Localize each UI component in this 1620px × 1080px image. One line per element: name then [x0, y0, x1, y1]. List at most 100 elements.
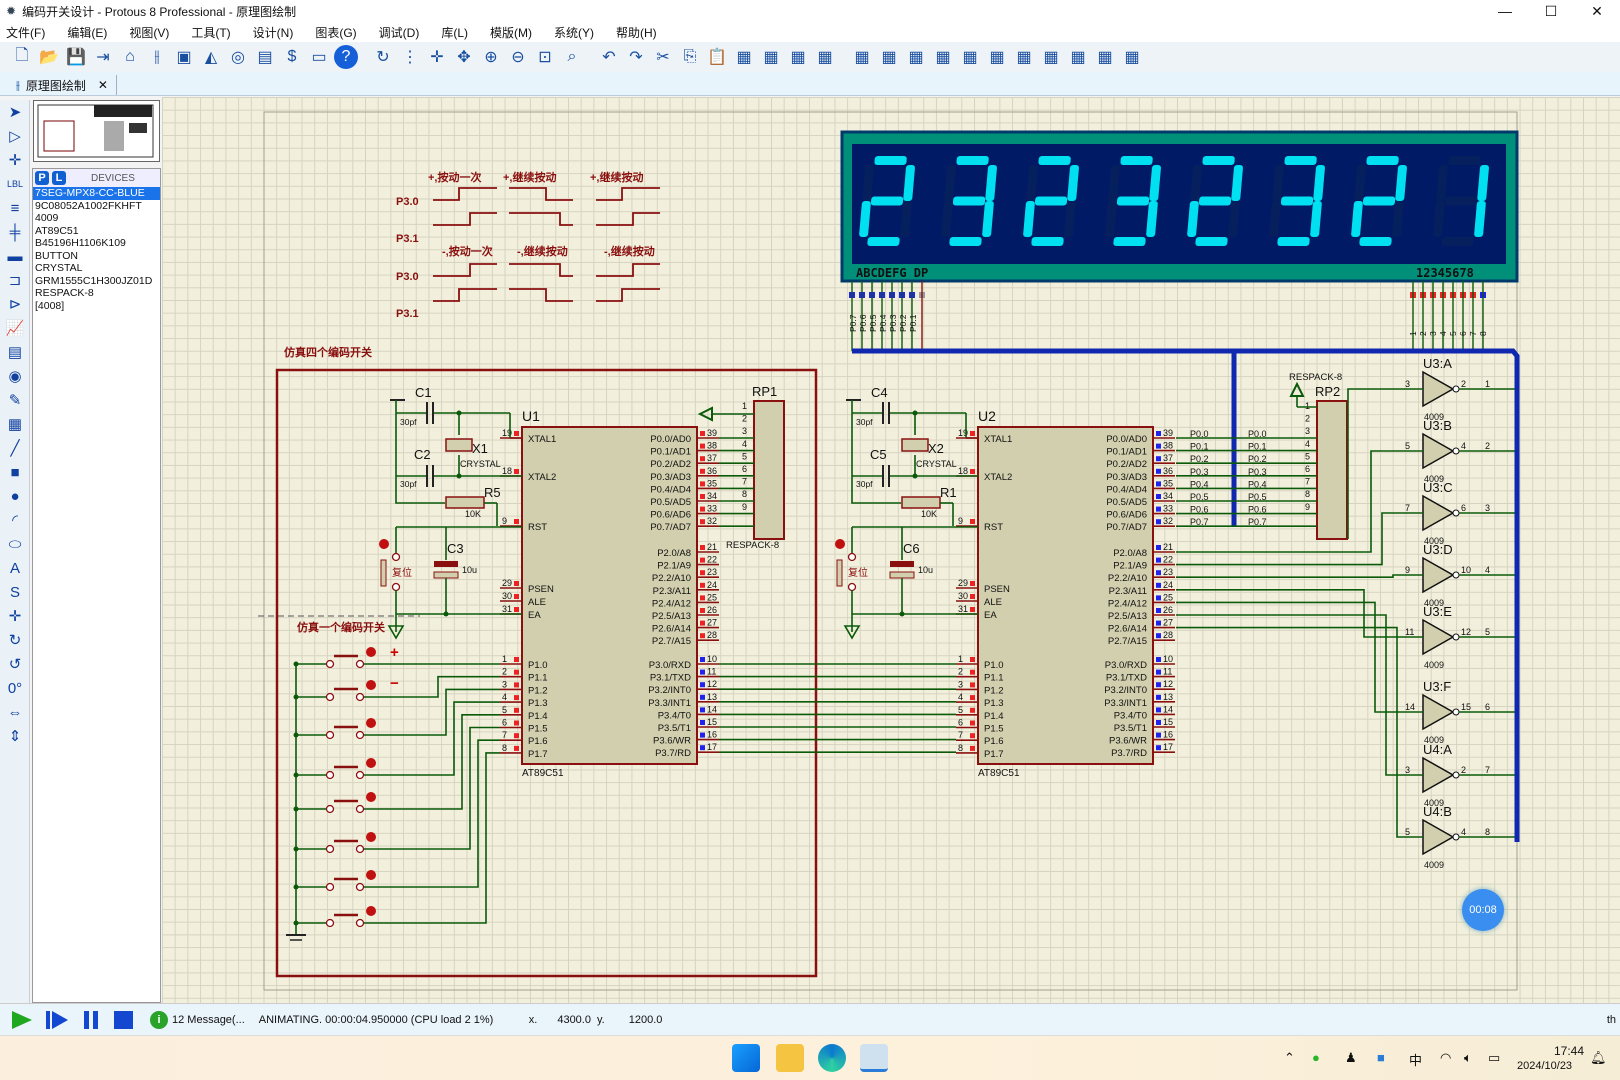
- new-sheet-icon[interactable]: ▦: [1039, 45, 1063, 69]
- rotate-cw-tool-icon[interactable]: ↻: [0, 628, 30, 652]
- messages-count[interactable]: 12 Message(...: [172, 1014, 245, 1026]
- packaging-icon[interactable]: ▦: [904, 45, 928, 69]
- menu-item-9[interactable]: 系统(Y): [554, 24, 594, 41]
- library-button[interactable]: L: [52, 171, 66, 185]
- zoom-in-icon[interactable]: ⊕: [479, 45, 503, 69]
- refresh-icon[interactable]: ↻: [371, 45, 395, 69]
- subcircuit-tool-icon[interactable]: ▬: [0, 244, 30, 268]
- notification-bell-icon[interactable]: 🔔︎: [1590, 1050, 1607, 1066]
- menu-item-3[interactable]: 工具(T): [191, 24, 230, 41]
- selection-tool-icon[interactable]: ➤: [0, 100, 30, 124]
- wire-label-tool-icon[interactable]: LBL: [0, 172, 30, 196]
- battery-icon[interactable]: ▭: [1488, 1050, 1500, 1066]
- 3d-view-icon[interactable]: ◭: [199, 45, 223, 69]
- edge-browser-icon[interactable]: [818, 1044, 846, 1072]
- block-copy-icon[interactable]: ▦: [732, 45, 756, 69]
- menu-item-0[interactable]: 文件(F): [6, 24, 45, 41]
- qq-icon[interactable]: ♟: [1345, 1050, 1357, 1066]
- block-move-icon[interactable]: ▦: [759, 45, 783, 69]
- bus-tool-icon[interactable]: ╪: [0, 220, 30, 244]
- menu-item-2[interactable]: 视图(V): [129, 24, 169, 41]
- arc-tool-icon[interactable]: ◜: [0, 508, 30, 532]
- menu-item-10[interactable]: 帮助(H): [616, 24, 657, 41]
- block-delete-icon[interactable]: ▦: [813, 45, 837, 69]
- circle-tool-icon[interactable]: ●: [0, 484, 30, 508]
- graph-tool-icon[interactable]: 📈: [0, 316, 30, 340]
- block-rotate-icon[interactable]: ▦: [786, 45, 810, 69]
- cut-icon[interactable]: ✂: [651, 45, 675, 69]
- terminal-tool-icon[interactable]: ⊐: [0, 268, 30, 292]
- ime-indicator[interactable]: 中: [1409, 1050, 1422, 1069]
- schematic-canvas[interactable]: [162, 97, 1620, 1003]
- save-icon[interactable]: 💾: [64, 45, 88, 69]
- help-icon[interactable]: ?: [334, 45, 358, 69]
- play-button[interactable]: [12, 1010, 32, 1029]
- junction-tool-icon[interactable]: ✛: [0, 148, 30, 172]
- decompose-icon[interactable]: ▦: [931, 45, 955, 69]
- angle-tool-icon[interactable]: 0°: [0, 676, 30, 700]
- device-item[interactable]: 9C08052A1002FKHFT: [33, 200, 160, 213]
- box-tool-icon[interactable]: ■: [0, 460, 30, 484]
- tray-overflow-icon[interactable]: ⌃: [1284, 1050, 1295, 1066]
- device-pin-tool-icon[interactable]: ⊳: [0, 292, 30, 316]
- tab-schematic[interactable]: ⫲ 原理图绘制 ✕: [8, 75, 117, 95]
- marker-tool-icon[interactable]: ✛: [0, 604, 30, 628]
- grid-icon[interactable]: ⋮: [398, 45, 422, 69]
- mirror-y-tool-icon[interactable]: ⇕: [0, 724, 30, 748]
- close-button[interactable]: ✕: [1574, 0, 1620, 22]
- rotate-ccw-tool-icon[interactable]: ↺: [0, 652, 30, 676]
- new-file-icon[interactable]: 🗋: [10, 45, 34, 69]
- menu-item-7[interactable]: 库(L): [441, 24, 468, 41]
- device-item[interactable]: AT89C51: [33, 225, 160, 238]
- menu-item-1[interactable]: 编辑(E): [67, 24, 107, 41]
- pause-button[interactable]: [84, 1010, 98, 1029]
- pick-device-icon[interactable]: ▦: [850, 45, 874, 69]
- device-item[interactable]: [4008]: [33, 300, 160, 313]
- pick-device-button[interactable]: P: [35, 171, 49, 185]
- maximize-button[interactable]: ☐: [1528, 0, 1574, 22]
- schematic-icon[interactable]: ⫲: [145, 45, 169, 69]
- proteus-taskbar-icon[interactable]: [860, 1044, 888, 1072]
- open-folder-icon[interactable]: 📂: [37, 45, 61, 69]
- device-item[interactable]: CRYSTAL: [33, 262, 160, 275]
- device-item[interactable]: 7SEG-MPX8-CC-BLUE: [33, 187, 160, 200]
- stop-button[interactable]: [114, 1010, 133, 1029]
- line-tool-icon[interactable]: ╱: [0, 436, 30, 460]
- design-explorer-icon[interactable]: $: [280, 45, 304, 69]
- copy-icon[interactable]: ⎘: [678, 45, 702, 69]
- tab-close-icon[interactable]: ✕: [98, 78, 108, 92]
- wire-autorouter-icon[interactable]: ▦: [958, 45, 982, 69]
- property-assign-icon[interactable]: ▦: [1012, 45, 1036, 69]
- device-item[interactable]: B45196H1106K109: [33, 237, 160, 250]
- overview-window[interactable]: [33, 100, 160, 162]
- probe-tool-icon[interactable]: ✎: [0, 388, 30, 412]
- device-item[interactable]: RESPACK-8: [33, 287, 160, 300]
- wechat-icon[interactable]: ●: [1312, 1050, 1320, 1065]
- make-device-icon[interactable]: ▦: [877, 45, 901, 69]
- file-explorer-icon[interactable]: [776, 1044, 804, 1072]
- path-tool-icon[interactable]: ⬭: [0, 532, 30, 556]
- text-tool-icon[interactable]: A: [0, 556, 30, 580]
- remove-sheet-icon[interactable]: ▦: [1066, 45, 1090, 69]
- paste-icon[interactable]: 📋: [705, 45, 729, 69]
- step-button[interactable]: [46, 1010, 68, 1029]
- text-script-tool-icon[interactable]: ≡: [0, 196, 30, 220]
- tape-tool-icon[interactable]: ▤: [0, 340, 30, 364]
- minimize-button[interactable]: —: [1482, 0, 1528, 22]
- device-list[interactable]: 7SEG-MPX8-CC-BLUE 9C08052A1002FKHFT 4009 AT…: [33, 187, 160, 312]
- clock-time[interactable]: 17:44: [1554, 1044, 1584, 1058]
- menu-item-5[interactable]: 图表(G): [315, 24, 356, 41]
- pan-icon[interactable]: ✥: [452, 45, 476, 69]
- netlist-icon[interactable]: ▦: [1120, 45, 1144, 69]
- pcb-icon[interactable]: ▣: [172, 45, 196, 69]
- gerber-icon[interactable]: ◎: [226, 45, 250, 69]
- clock-date[interactable]: 2024/10/23: [1517, 1060, 1572, 1072]
- search-icon[interactable]: ▦: [985, 45, 1009, 69]
- bom-icon[interactable]: ▤: [253, 45, 277, 69]
- undo-icon[interactable]: ↶: [597, 45, 621, 69]
- app-tray-icon[interactable]: ■: [1377, 1050, 1385, 1065]
- menu-item-6[interactable]: 调试(D): [379, 24, 420, 41]
- volume-icon[interactable]: 🔈︎: [1464, 1050, 1472, 1066]
- wifi-icon[interactable]: ◠: [1440, 1050, 1451, 1066]
- instrument-tool-icon[interactable]: ▦: [0, 412, 30, 436]
